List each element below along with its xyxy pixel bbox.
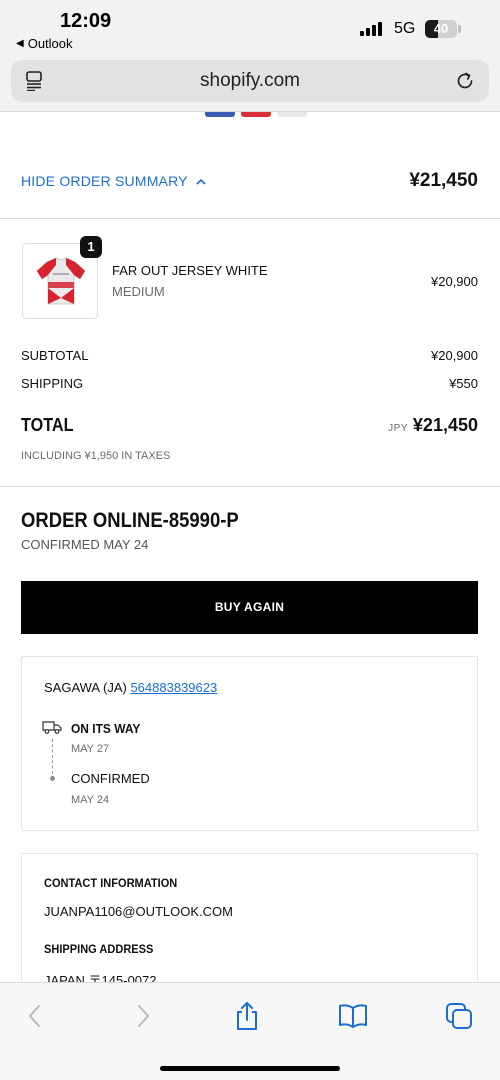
shipping-address-line: JAPAN 〒145-0072 xyxy=(44,973,157,982)
contact-email: JUANPA1106@OUTLOOK.COM xyxy=(44,904,233,919)
bookmarks-button[interactable] xyxy=(338,1001,368,1031)
battery-cap xyxy=(458,25,461,33)
order-title: ORDER ONLINE-85990-P xyxy=(21,509,239,532)
status-time: 12:09 xyxy=(60,10,112,32)
item-name: FAR OUT JERSEY WHITE xyxy=(112,263,268,278)
shipping-label: SHIPPING xyxy=(21,376,84,391)
chevron-up-icon xyxy=(196,178,206,185)
total-label: TOTAL xyxy=(21,415,74,435)
tracking-step-date: MAY 27 xyxy=(71,743,110,755)
quantity-badge: 1 xyxy=(80,236,102,258)
tabs-button[interactable] xyxy=(444,1001,474,1031)
home-indicator[interactable] xyxy=(160,1066,340,1071)
tabs-icon xyxy=(446,1003,472,1029)
share-button[interactable] xyxy=(232,1001,262,1031)
hide-order-summary-toggle[interactable]: HIDE ORDER SUMMARY xyxy=(21,173,206,189)
forward-button[interactable] xyxy=(128,1001,158,1031)
carrier-name: SAGAWA (JA) xyxy=(44,680,127,695)
chevron-left-icon xyxy=(29,1005,40,1027)
truck-icon xyxy=(42,721,62,734)
tracking-step-title: ON ITS WAY xyxy=(71,721,141,736)
item-variant: MEDIUM xyxy=(112,284,165,299)
browser-toolbar xyxy=(0,982,500,1080)
back-app-label: Outlook xyxy=(27,36,73,51)
total-currency: JPY xyxy=(388,423,408,434)
url-text[interactable]: shopify.com xyxy=(11,60,489,102)
page-content: HIDE ORDER SUMMARY ¥21,450 1 FAR OUT JER… xyxy=(0,112,500,982)
status-bar: 12:09 ◀ Outlook 5G 40 xyxy=(0,0,500,56)
total-value: ¥21,450 xyxy=(412,415,478,435)
contact-info-heading: CONTACT INFORMATION xyxy=(44,876,178,890)
item-price: ¥20,900 xyxy=(431,274,478,289)
back-to-app-link[interactable]: ◀ Outlook xyxy=(16,36,73,51)
customer-info-card: CONTACT INFORMATION JUANPA1106@OUTLOOK.C… xyxy=(21,853,478,982)
order-confirmed-date: CONFIRMED MAY 24 xyxy=(21,537,149,552)
payment-icons-strip xyxy=(205,112,307,117)
tracking-number-link[interactable]: 564883839623 xyxy=(130,680,217,695)
summary-toggle-label: HIDE ORDER SUMMARY xyxy=(21,173,188,189)
buy-again-button[interactable]: BUY AGAIN xyxy=(21,581,478,634)
shipping-address-heading: SHIPPING ADDRESS xyxy=(44,942,154,956)
chevron-right-icon xyxy=(138,1005,149,1027)
battery-icon: 40 xyxy=(425,20,457,38)
tax-note: INCLUDING ¥1,950 IN TAXES xyxy=(21,450,171,462)
back-triangle-icon: ◀ xyxy=(16,38,24,49)
share-icon xyxy=(237,1002,257,1030)
summary-header-total: ¥21,450 xyxy=(409,170,478,191)
subtotal-label: SUBTOTAL xyxy=(21,348,89,363)
book-icon xyxy=(339,1004,367,1028)
battery-level: 40 xyxy=(433,21,449,36)
signal-icon xyxy=(360,22,382,36)
tracking-step-date: MAY 24 xyxy=(71,794,110,806)
reload-icon[interactable] xyxy=(455,71,475,91)
back-button[interactable] xyxy=(20,1001,50,1031)
timeline-connector xyxy=(52,739,53,774)
network-type: 5G xyxy=(394,20,416,37)
timeline-dot xyxy=(50,776,55,781)
carrier-line: SAGAWA (JA) 564883839623 xyxy=(44,680,217,695)
tracking-card: SAGAWA (JA) 564883839623 ON ITS WAY MAY … xyxy=(21,656,478,831)
divider xyxy=(0,486,500,487)
subtotal-value: ¥20,900 xyxy=(431,348,478,363)
browser-address-area: shopify.com xyxy=(0,56,500,112)
address-bar[interactable]: shopify.com xyxy=(11,60,489,102)
tracking-step-title: CONFIRMED xyxy=(71,771,150,786)
shipping-value: ¥550 xyxy=(449,376,478,391)
divider xyxy=(0,218,500,219)
